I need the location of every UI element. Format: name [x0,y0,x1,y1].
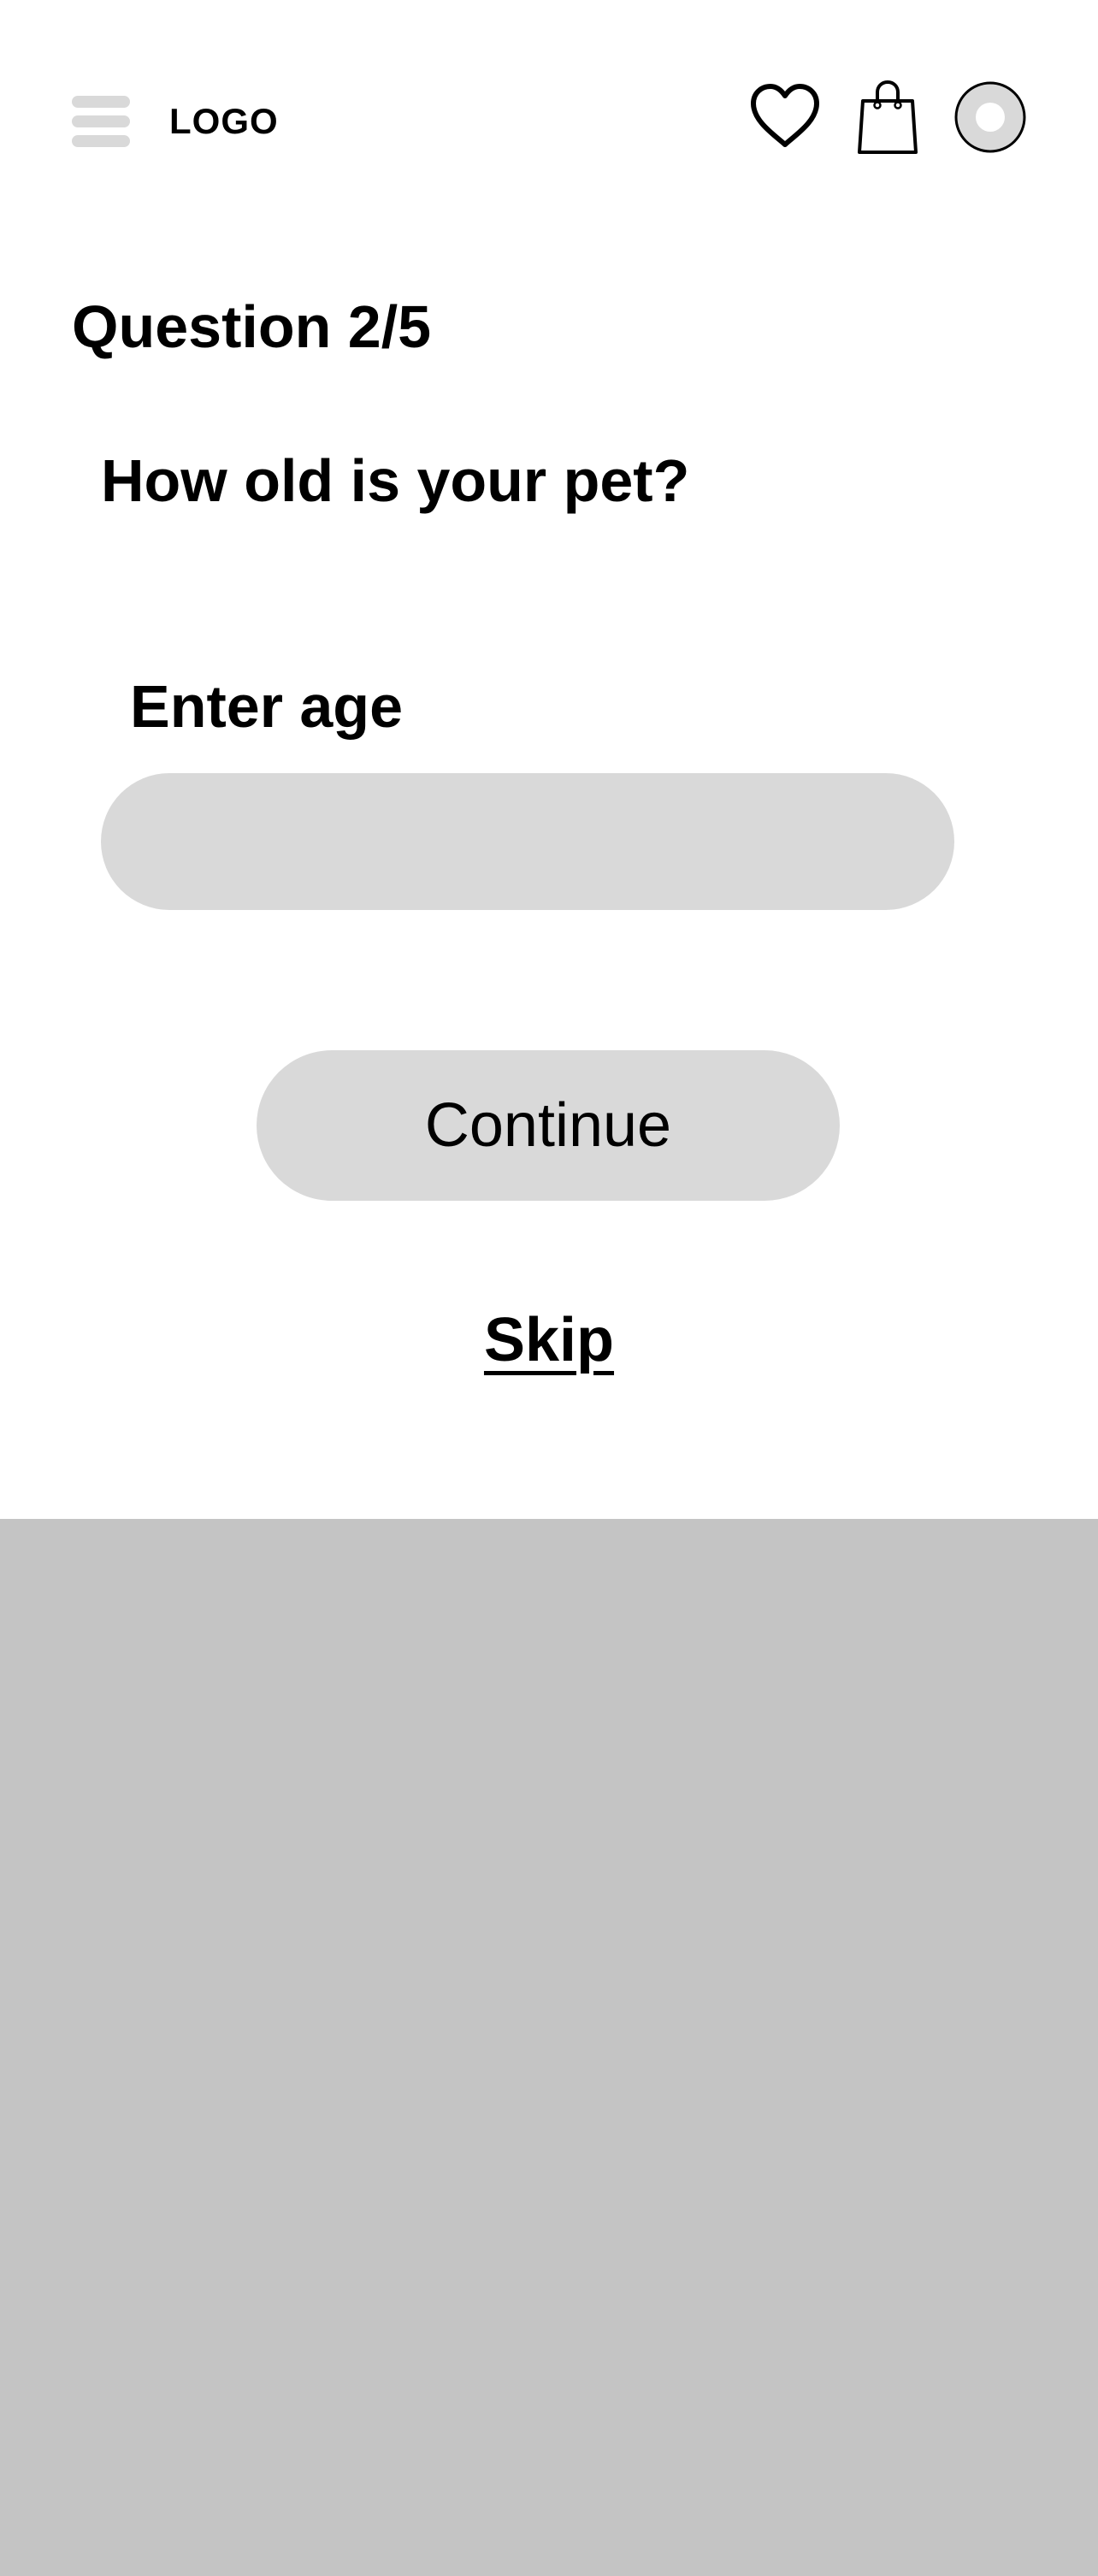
shopping-bag-icon[interactable] [855,79,920,156]
question-text: How old is your pet? [101,447,690,514]
menu-bar-line [72,96,130,108]
continue-button[interactable]: Continue [257,1050,840,1201]
lower-gray-panel [0,1519,1098,2576]
top-navigation-bar: LOGO [0,0,1098,214]
question-progress: Question 2/5 [72,293,432,360]
heart-icon[interactable] [749,82,821,151]
skip-link-row: Skip [0,1302,1098,1379]
skip-link[interactable]: Skip [484,1306,614,1374]
age-input[interactable] [101,773,954,910]
logo[interactable]: LOGO [169,99,279,144]
age-field-label: Enter age [130,673,403,740]
menu-bar-line [72,135,130,147]
avatar-icon[interactable] [953,80,1027,154]
menu-bar-line [72,115,130,127]
hamburger-menu-icon[interactable] [72,96,130,147]
